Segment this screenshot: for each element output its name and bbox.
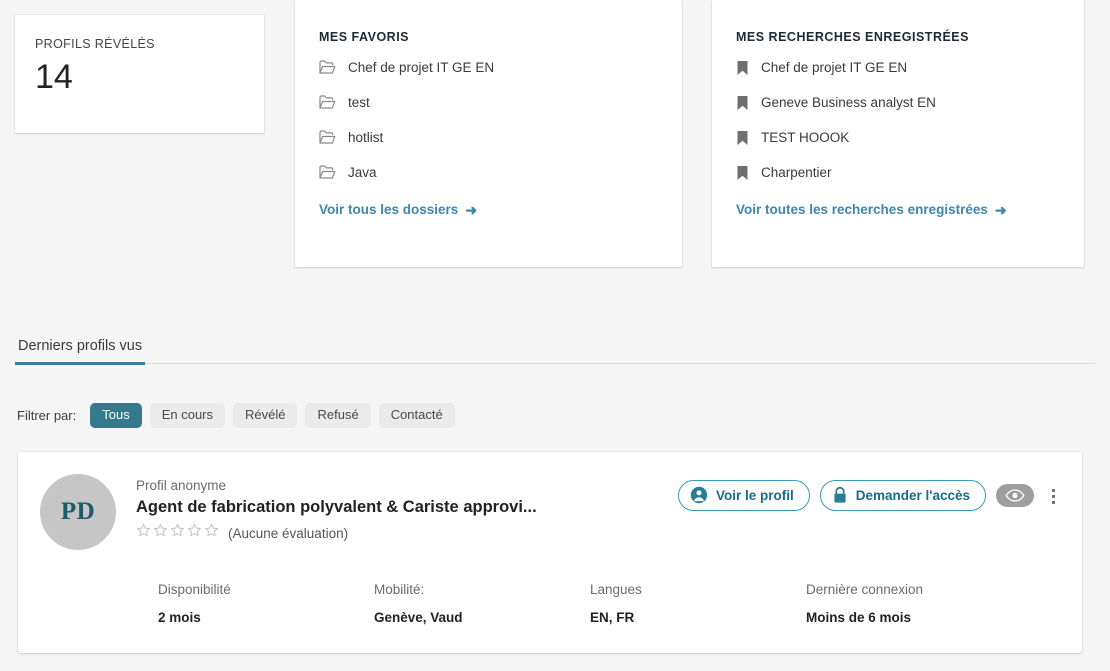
detail-value: Genève, Vaud (374, 610, 463, 625)
lock-icon (832, 486, 848, 504)
dashboard-top-row: PROFILS RÉVÉLÉS 14 MES FAVORIS Chef de p… (0, 0, 1110, 285)
bookmark-icon (736, 60, 749, 76)
tab-bar: Derniers profils vus (15, 337, 1095, 365)
eye-toggle[interactable] (996, 484, 1034, 507)
folder-icon (319, 130, 336, 145)
list-item[interactable]: TEST HOOOK (736, 120, 1060, 155)
profile-detail-row: Disponibilité 2 mois Mobilité: Genève, V… (18, 550, 1082, 625)
eye-icon (1005, 489, 1025, 502)
view-profile-button[interactable]: Voir le profil (677, 480, 810, 511)
view-profile-label: Voir le profil (715, 487, 794, 503)
list-item[interactable]: Chef de projet IT GE EN (319, 50, 658, 85)
folder-icon (319, 165, 336, 180)
bookmark-icon (736, 95, 749, 111)
filter-pill-refuse[interactable]: Refusé (305, 403, 371, 429)
list-item[interactable]: Chef de projet IT GE EN (736, 50, 1060, 85)
list-item[interactable]: hotlist (319, 120, 658, 155)
profile-summary: Profil anonyme Agent de fabrication poly… (136, 474, 678, 550)
revealed-profiles-count: 14 (35, 58, 73, 96)
view-all-folders-link[interactable]: Voir tous les dossiers ➜ (319, 202, 477, 217)
list-item-label: hotlist (348, 130, 384, 145)
detail-value: 2 mois (158, 610, 201, 625)
favorites-card: MES FAVORIS Chef de projet IT GE EN test… (295, 0, 682, 267)
star-icon (187, 523, 202, 543)
kebab-dot (1051, 494, 1055, 498)
saved-searches-card-title: MES RECHERCHES ENREGISTRÉES (736, 30, 969, 44)
star-icon (204, 523, 219, 543)
star-icon (170, 523, 185, 543)
tab-derniers-profils-vus[interactable]: Derniers profils vus (15, 338, 146, 365)
detail-mobilite: Mobilité: Genève, Vaud (374, 582, 590, 625)
kebab-dot (1051, 500, 1055, 504)
revealed-profiles-label: PROFILS RÉVÉLÉS (35, 37, 155, 51)
request-access-button[interactable]: Demander l'accès (819, 480, 986, 511)
filter-pill-tous[interactable]: Tous (90, 403, 142, 429)
kebab-dot (1051, 488, 1055, 492)
filter-bar: Filtrer par: Tous En cours Révélé Refusé… (17, 403, 455, 429)
list-item[interactable]: test (319, 85, 658, 120)
filter-pill-revele[interactable]: Révélé (233, 403, 298, 429)
list-item[interactable]: Java (319, 155, 658, 190)
view-all-folders-label: Voir tous les dossiers (319, 202, 459, 217)
detail-langues: Langues EN, FR (590, 582, 806, 625)
favorites-list: Chef de projet IT GE EN test hotlist Jav… (319, 50, 658, 190)
detail-value: EN, FR (590, 610, 635, 625)
star-rating (136, 523, 219, 543)
favorites-card-title: MES FAVORIS (319, 30, 410, 44)
detail-value: Moins de 6 mois (806, 610, 912, 625)
request-access-label: Demander l'accès (855, 487, 970, 503)
bookmark-icon (736, 165, 749, 181)
filter-pill-contacte[interactable]: Contacté (378, 403, 455, 429)
detail-label: Mobilité: (374, 582, 425, 597)
person-circle-icon (690, 486, 708, 504)
detail-label: Langues (590, 582, 642, 597)
list-item-label: Charpentier (761, 165, 832, 180)
profile-rating: (Aucune évaluation) (136, 523, 678, 543)
rating-text: (Aucune évaluation) (228, 525, 349, 541)
list-item[interactable]: Geneve Business analyst EN (736, 85, 1060, 120)
folder-icon (319, 60, 336, 75)
list-item-label: Java (348, 165, 377, 180)
profile-job-title: Agent de fabrication polyvalent & Carist… (136, 498, 537, 516)
profile-actions: Voir le profil Demander l'accès (677, 474, 1062, 550)
view-all-searches-link[interactable]: Voir toutes les recherches enregistrées … (736, 202, 1007, 217)
arrow-right-icon: ➜ (994, 201, 1007, 218)
detail-derniere-connexion: Dernière connexion Moins de 6 mois (806, 582, 1022, 625)
star-icon (153, 523, 168, 543)
saved-searches-list: Chef de projet IT GE EN Geneve Business … (736, 50, 1060, 190)
detail-label: Dernière connexion (806, 582, 924, 597)
list-item-label: Geneve Business analyst EN (761, 95, 936, 110)
more-options-icon[interactable] (1044, 484, 1062, 508)
filter-pill-en-cours[interactable]: En cours (149, 403, 226, 429)
saved-searches-card: MES RECHERCHES ENREGISTRÉES Chef de proj… (712, 0, 1084, 267)
detail-label: Disponibilité (158, 582, 231, 597)
list-item-label: test (348, 95, 370, 110)
view-all-searches-label: Voir toutes les recherches enregistrées (736, 202, 988, 217)
list-item-label: Chef de projet IT GE EN (348, 60, 495, 75)
bookmark-icon (736, 130, 749, 146)
revealed-profiles-tile: PROFILS RÉVÉLÉS 14 (15, 15, 264, 133)
list-item[interactable]: Charpentier (736, 155, 1060, 190)
arrow-right-icon: ➜ (465, 201, 478, 218)
avatar: PD (40, 474, 116, 550)
folder-icon (319, 95, 336, 110)
profile-card-header: PD Profil anonyme Agent de fabrication p… (18, 452, 1082, 550)
profile-card: PD Profil anonyme Agent de fabrication p… (18, 452, 1082, 653)
list-item-label: Chef de projet IT GE EN (761, 60, 908, 75)
star-icon (136, 523, 151, 543)
filter-label: Filtrer par: (17, 408, 77, 424)
profile-anonymous-label: Profil anonyme (136, 478, 227, 493)
detail-disponibilite: Disponibilité 2 mois (158, 582, 374, 625)
list-item-label: TEST HOOOK (761, 130, 850, 145)
